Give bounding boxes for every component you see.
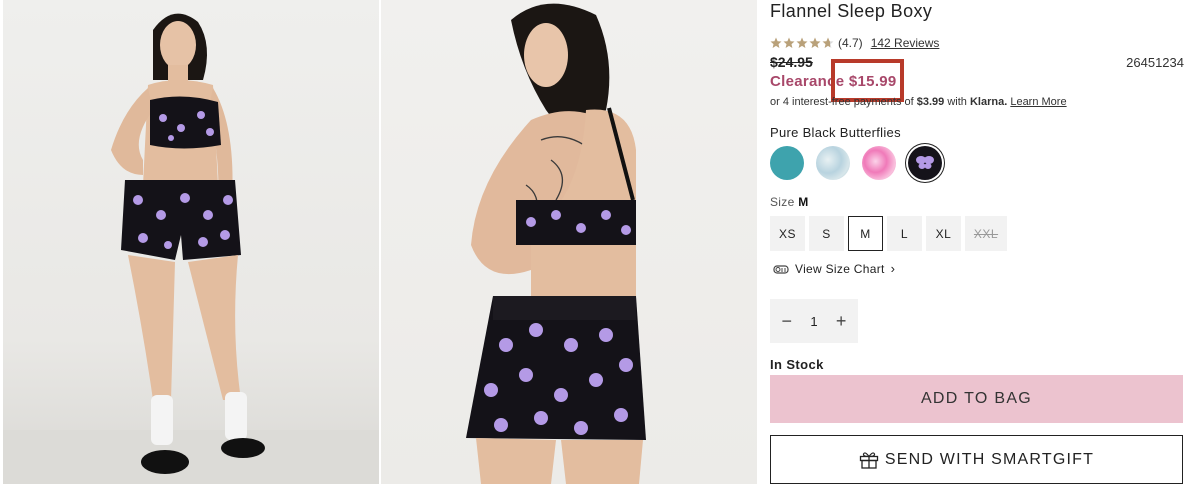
gift-icon — [859, 451, 879, 469]
product-sku: 26451234 — [1126, 55, 1184, 70]
quantity-decrease-button[interactable]: − — [777, 311, 797, 332]
send-with-smartgift-button[interactable]: SEND WITH SMARTGIFT — [770, 435, 1183, 484]
size-label: Size M — [770, 195, 808, 209]
model-back-illustration — [466, 3, 646, 484]
star-icon — [809, 37, 821, 48]
quantity-value: 1 — [810, 313, 818, 329]
klarna-amount: $3.99 — [916, 96, 945, 108]
size-option-m[interactable]: M — [848, 216, 883, 251]
rating-value: (4.7) — [838, 36, 863, 50]
klarna-prefix: or 4 interest-free payments of — [770, 96, 914, 108]
size-chart-label: View Size Chart — [795, 261, 885, 276]
star-icon — [783, 37, 795, 48]
size-options: XS S M L XL XXL — [770, 216, 1007, 251]
klarna-logo: Klarna. — [969, 96, 1008, 108]
product-title: Flannel Sleep Boxy — [770, 1, 933, 21]
reviews-link[interactable]: 142 Reviews — [871, 36, 940, 50]
size-option-xs[interactable]: XS — [770, 216, 805, 251]
add-to-bag-button[interactable]: ADD TO BAG — [770, 375, 1183, 423]
size-option-xxl[interactable]: XXL — [965, 216, 1007, 251]
size-chart-link[interactable]: View Size Chart › — [773, 261, 895, 276]
star-icon — [796, 37, 808, 48]
tape-measure-icon — [773, 264, 789, 274]
smartgift-label: SEND WITH SMARTGIFT — [884, 450, 1095, 468]
model-front-illustration — [3, 13, 379, 484]
size-option-s[interactable]: S — [809, 216, 844, 251]
color-swatches — [770, 146, 942, 180]
klarna-with: with — [947, 96, 967, 108]
star-half-icon — [822, 37, 834, 48]
quantity-stepper: − 1 + — [770, 299, 858, 343]
size-option-l[interactable]: L — [887, 216, 922, 251]
product-image-front[interactable] — [3, 0, 379, 484]
rating-row: (4.7) 142 Reviews — [770, 35, 939, 51]
swatch-teal[interactable] — [770, 146, 804, 180]
swatch-pure-black-butterflies[interactable] — [908, 146, 942, 180]
size-label-text: Size — [770, 195, 795, 209]
stock-status: In Stock — [770, 357, 824, 372]
butterfly-icon — [916, 156, 934, 169]
original-price: $24.95 — [770, 54, 813, 70]
klarna-learn-more-link[interactable]: Learn More — [1010, 96, 1066, 108]
product-image-back[interactable] — [381, 0, 757, 484]
product-details-panel: Flannel Sleep Boxy (4.7) 142 Reviews $24… — [770, 0, 1184, 484]
swatch-blue-tie-dye[interactable] — [816, 146, 850, 180]
swatch-pink-tie-dye[interactable] — [862, 146, 896, 180]
size-selected-value: M — [798, 195, 809, 209]
rating-stars — [770, 37, 834, 49]
klarna-payment-line: or 4 interest-free payments of $3.99 wit… — [770, 96, 1067, 108]
quantity-increase-button[interactable]: + — [831, 311, 851, 332]
size-option-xl[interactable]: XL — [926, 216, 961, 251]
chevron-right-icon: › — [890, 261, 896, 276]
star-icon — [770, 37, 782, 48]
selected-color-name: Pure Black Butterflies — [770, 125, 901, 140]
